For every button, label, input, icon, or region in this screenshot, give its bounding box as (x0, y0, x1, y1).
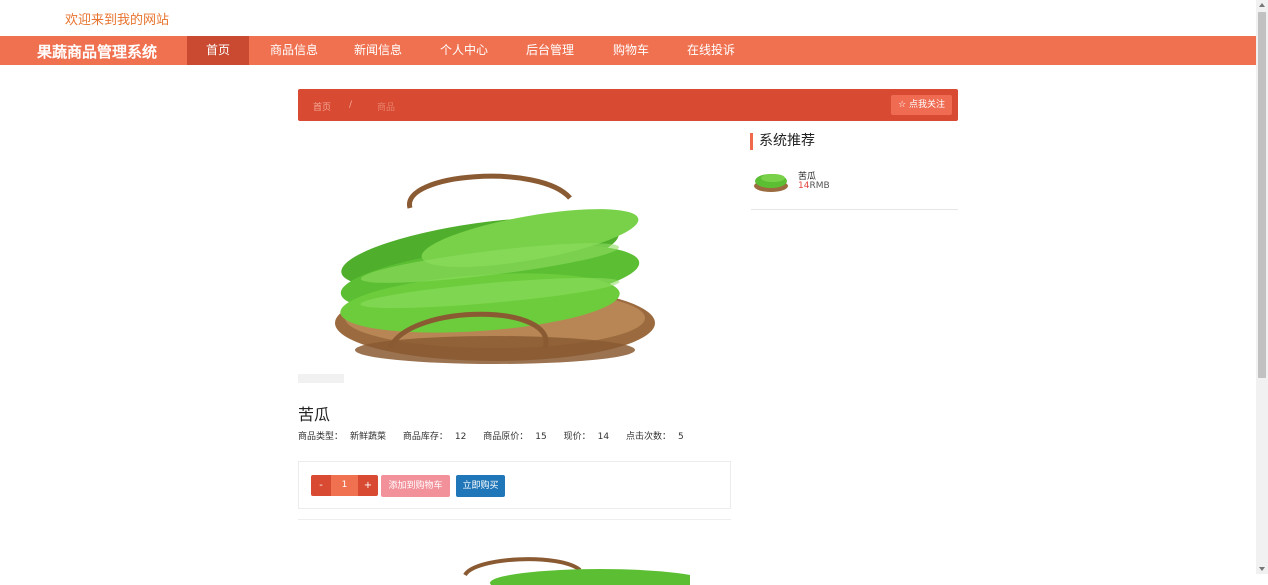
breadcrumb-current: 商品 (377, 103, 396, 113)
nav-item-complaint[interactable]: 在线投诉 (670, 36, 752, 66)
recommend-thumbnail[interactable] (753, 168, 789, 194)
spec-current-price: 现价： 14 (563, 432, 610, 442)
buy-now-button[interactable]: 立即购买 (456, 475, 505, 497)
nav-item-products[interactable]: 商品信息 (253, 36, 335, 66)
nav-item-profile[interactable]: 个人中心 (422, 36, 506, 66)
quantity-stepper: - 1 + (311, 475, 378, 496)
product-image (335, 173, 655, 364)
quantity-input[interactable]: 1 (331, 475, 358, 496)
sidebar-title: 系统推荐 (750, 133, 815, 150)
vertical-scrollbar[interactable] (1256, 0, 1268, 574)
image-caption-placeholder (298, 374, 344, 383)
navbar: 果蔬商品管理系统 首页 商品信息 新闻信息 个人中心 后台管理 购物车 在线投诉 (0, 36, 1256, 66)
spec-clicks: 点击次数： 5 (625, 432, 684, 442)
scroll-up-arrow-icon[interactable] (1259, 3, 1265, 7)
spec-type: 商品类型： 新鲜蔬菜 (298, 432, 387, 442)
divider (298, 519, 731, 520)
brand-title[interactable]: 果蔬商品管理系统 (37, 41, 157, 62)
recommend-price: 14RMB (798, 181, 830, 191)
purchase-box: - 1 + 添加到购物车 立即购买 (298, 461, 731, 509)
product-name: 苦瓜 (298, 405, 331, 424)
product-specs: 商品类型： 新鲜蔬菜 商品库存： 12 商品原价： 15 现价： 14 点击次数： 5 (298, 429, 698, 442)
scroll-thumb[interactable] (1258, 12, 1266, 378)
nav-item-news[interactable]: 新闻信息 (337, 36, 419, 66)
product-detail-image (463, 557, 690, 585)
spec-stock: 商品库存： 12 (402, 432, 467, 442)
quantity-plus-button[interactable]: + (358, 475, 378, 496)
quantity-minus-button[interactable]: - (311, 475, 331, 496)
breadcrumb-separator: / (349, 100, 353, 110)
nav-item-cart[interactable]: 购物车 (595, 36, 667, 66)
recommend-item[interactable]: 苦瓜 14RMB (751, 166, 958, 210)
nav-item-home[interactable]: 首页 (187, 36, 249, 65)
spec-original-price: 商品原价： 15 (483, 432, 547, 442)
nav-item-admin[interactable]: 后台管理 (508, 36, 592, 66)
breadcrumb: 首页 / 商品 ☆ 点我关注 (298, 89, 958, 121)
breadcrumb-home[interactable]: 首页 (313, 100, 331, 113)
top-bar: 欢迎来到我的网站 (0, 0, 1256, 36)
follow-button[interactable]: ☆ 点我关注 (891, 95, 952, 115)
welcome-text: 欢迎来到我的网站 (65, 13, 170, 28)
scroll-down-arrow-icon[interactable] (1259, 567, 1265, 571)
add-to-cart-button[interactable]: 添加到购物车 (381, 475, 450, 497)
